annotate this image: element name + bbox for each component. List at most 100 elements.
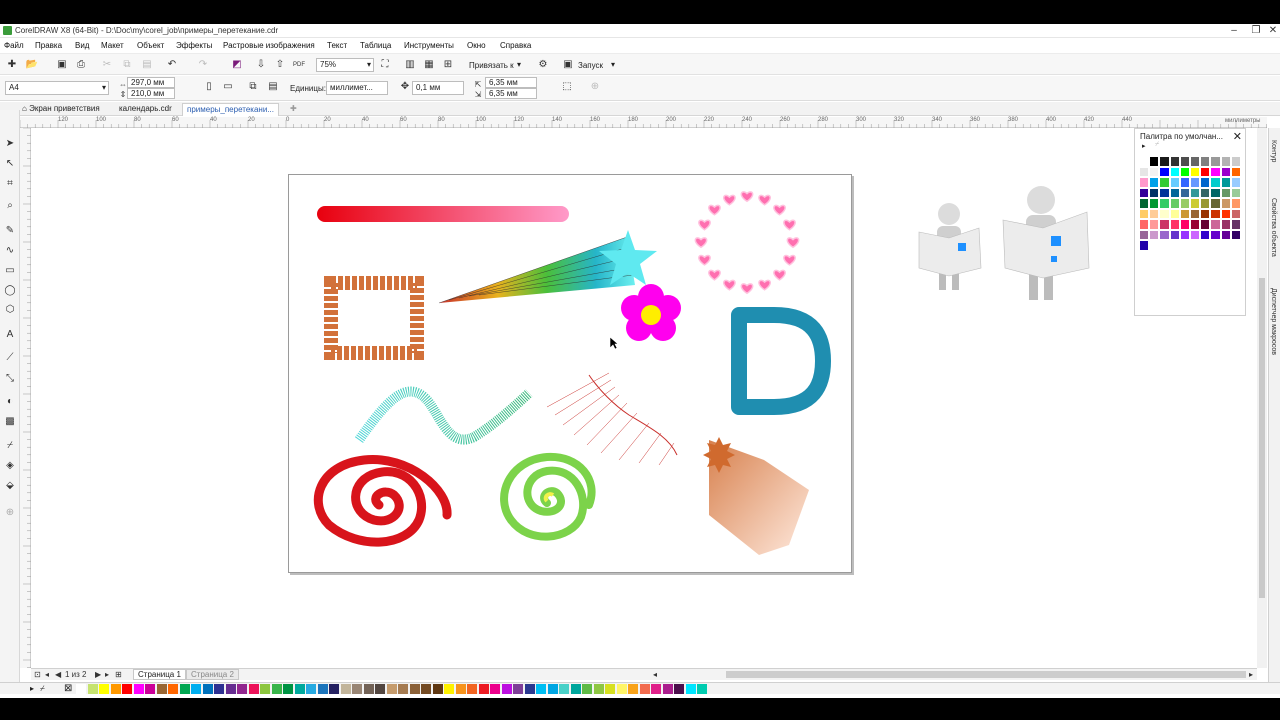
open-icon[interactable]: 📂 bbox=[25, 58, 39, 72]
publish-pdf-icon[interactable]: PDF bbox=[292, 58, 306, 72]
menu-bitmaps[interactable]: Растровые изображения bbox=[223, 41, 315, 50]
color-bar-swatch[interactable] bbox=[409, 684, 420, 694]
color-bar-swatch[interactable] bbox=[386, 684, 397, 694]
minimize-icon[interactable]: – bbox=[1225, 25, 1243, 37]
no-color-icon[interactable]: ⊠ bbox=[64, 683, 72, 694]
reading-figures-illustration[interactable] bbox=[911, 180, 1121, 312]
color-bar-swatch[interactable] bbox=[202, 684, 213, 694]
palette-swatch[interactable] bbox=[1220, 166, 1231, 177]
drop-shadow-icon[interactable]: ◐ bbox=[3, 395, 17, 409]
undo-icon[interactable]: ↶ bbox=[165, 58, 179, 72]
magenta-flower[interactable] bbox=[621, 284, 681, 341]
palette-swatch[interactable] bbox=[1179, 187, 1190, 198]
menu-tools[interactable]: Инструменты bbox=[404, 41, 454, 50]
last-page-icon[interactable]: ▸ bbox=[105, 670, 109, 679]
color-bar-swatch[interactable] bbox=[570, 684, 581, 694]
parallel-dimension-icon[interactable]: ⟋ bbox=[3, 351, 17, 365]
landscape-icon[interactable]: ▭ bbox=[221, 80, 235, 94]
restore-icon[interactable]: ❐ bbox=[1247, 25, 1265, 37]
color-bar-swatch[interactable] bbox=[662, 684, 673, 694]
color-bar-swatch[interactable] bbox=[340, 684, 351, 694]
palette-swatch[interactable] bbox=[1139, 240, 1150, 251]
first-page-icon[interactable]: ⊡ bbox=[34, 670, 41, 679]
palette-swatch[interactable] bbox=[1210, 219, 1221, 230]
menu-view[interactable]: Вид bbox=[75, 41, 89, 50]
palette-swatch[interactable] bbox=[1169, 177, 1180, 188]
color-bar-swatch[interactable] bbox=[363, 684, 374, 694]
portrait-icon[interactable]: ▯ bbox=[202, 80, 216, 94]
palette-swatch[interactable] bbox=[1149, 166, 1160, 177]
palette-swatch[interactable] bbox=[1189, 198, 1201, 209]
previous-page-icon[interactable]: ◂ bbox=[45, 670, 49, 679]
palette-swatch[interactable] bbox=[1220, 219, 1231, 230]
red-pink-blend-line[interactable] bbox=[317, 206, 569, 222]
palette-swatch[interactable] bbox=[1169, 166, 1180, 177]
palette-swatch[interactable] bbox=[1149, 177, 1160, 188]
zoom-tool-icon[interactable]: ⌕ bbox=[3, 199, 17, 213]
star-rainbow-blend[interactable] bbox=[438, 230, 657, 304]
palette-swatch[interactable] bbox=[1189, 177, 1201, 188]
palette-swatch[interactable] bbox=[1210, 198, 1221, 209]
palette-swatch[interactable] bbox=[1169, 156, 1180, 167]
palette-swatch[interactable] bbox=[1210, 166, 1221, 177]
zoom-level-field[interactable]: 75% ▾ bbox=[316, 58, 374, 72]
menu-effects[interactable]: Эффекты bbox=[176, 41, 212, 50]
letter-d-blend[interactable] bbox=[731, 307, 831, 415]
palette-swatch[interactable] bbox=[1159, 208, 1170, 219]
document-page[interactable] bbox=[288, 174, 852, 573]
no-fill-swatch[interactable] bbox=[1139, 156, 1150, 167]
menu-table[interactable]: Таблица bbox=[360, 41, 391, 50]
color-bar-swatch[interactable] bbox=[432, 684, 443, 694]
tab-examples-blend[interactable]: примеры_перетекани... bbox=[182, 103, 279, 116]
smart-fill-icon[interactable]: ⬙ bbox=[3, 479, 17, 493]
color-bar-swatch[interactable] bbox=[674, 684, 684, 694]
polygon-tool-icon[interactable]: ⬡ bbox=[3, 303, 17, 317]
tab-welcome[interactable]: ⌂ Экран приветствия bbox=[18, 103, 104, 116]
palette-swatch[interactable] bbox=[1159, 219, 1170, 230]
all-pages-icon[interactable]: ⧉ bbox=[246, 80, 260, 94]
color-bar-swatch[interactable] bbox=[283, 684, 293, 694]
page-size-select[interactable]: A4 ▾ bbox=[5, 81, 109, 95]
copy-icon[interactable]: ⧉ bbox=[120, 58, 134, 72]
color-bar-swatch[interactable] bbox=[168, 684, 178, 694]
transparency-icon[interactable]: ▩ bbox=[3, 415, 17, 429]
scroll-left-icon[interactable]: ◂ bbox=[653, 670, 657, 679]
palette-swatch[interactable] bbox=[1179, 219, 1190, 230]
color-bar-swatch[interactable] bbox=[478, 684, 489, 694]
palette-swatch[interactable] bbox=[1169, 198, 1180, 209]
palette-swatch[interactable] bbox=[1179, 208, 1190, 219]
eyedropper-icon[interactable]: ⌿ bbox=[1155, 141, 1159, 149]
show-grid-icon[interactable]: ▦ bbox=[422, 58, 436, 72]
color-bar-swatch[interactable] bbox=[248, 684, 259, 694]
eyedropper-icon[interactable]: ⌿ bbox=[40, 684, 45, 694]
palette-swatch[interactable] bbox=[1210, 229, 1221, 240]
docker-tab-outline[interactable]: Контур bbox=[1270, 140, 1277, 162]
color-bar-swatch[interactable] bbox=[501, 684, 512, 694]
color-bar-swatch[interactable] bbox=[616, 684, 627, 694]
palette-swatch[interactable] bbox=[1149, 187, 1160, 198]
menu-text[interactable]: Текст bbox=[327, 41, 347, 50]
palette-swatch[interactable] bbox=[1189, 219, 1201, 230]
color-bar-swatch[interactable] bbox=[317, 684, 328, 694]
color-bar-swatch[interactable] bbox=[237, 684, 247, 694]
green-yellow-spiral[interactable] bbox=[500, 452, 596, 541]
palette-swatch[interactable] bbox=[1200, 187, 1211, 198]
current-page-icon[interactable]: ▤ bbox=[266, 80, 280, 94]
color-bar-swatch[interactable] bbox=[513, 684, 523, 694]
menu-edit[interactable]: Правка bbox=[35, 41, 62, 50]
palette-swatch[interactable] bbox=[1200, 208, 1211, 219]
palette-swatch[interactable] bbox=[1210, 156, 1221, 167]
drawing-canvas[interactable] bbox=[31, 128, 1257, 668]
palette-swatch[interactable] bbox=[1200, 177, 1211, 188]
scrollbar-thumb[interactable] bbox=[1259, 278, 1265, 598]
duplicate-x-field[interactable]: 6,35 мм bbox=[485, 77, 537, 88]
palette-swatch[interactable] bbox=[1210, 177, 1221, 188]
palette-swatch[interactable] bbox=[1230, 229, 1241, 240]
palette-swatch[interactable] bbox=[1159, 229, 1170, 240]
palette-swatch[interactable] bbox=[1220, 198, 1231, 209]
palette-swatch[interactable] bbox=[1179, 166, 1190, 177]
menu-window[interactable]: Окно bbox=[467, 41, 486, 50]
color-bar-swatch[interactable] bbox=[651, 684, 661, 694]
color-bar-swatch[interactable] bbox=[145, 684, 155, 694]
color-bar-swatch[interactable] bbox=[444, 684, 454, 694]
